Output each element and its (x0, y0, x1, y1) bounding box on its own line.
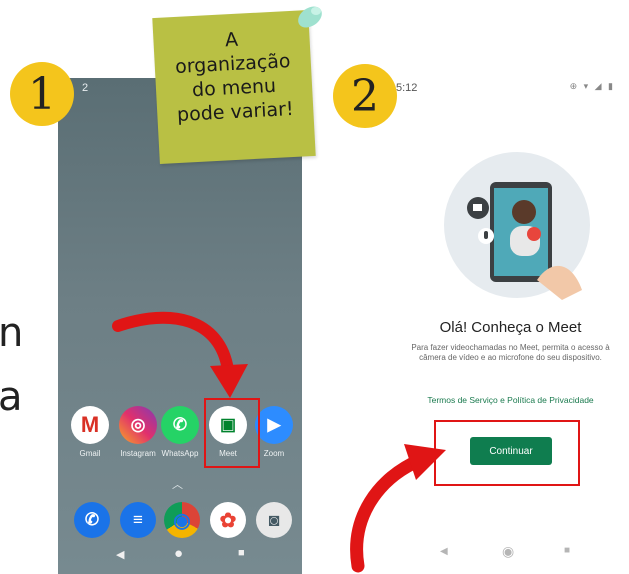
recents-icon[interactable]: ■ (238, 547, 245, 559)
step-badge-2: 2 (333, 64, 397, 128)
cropped-text-line2: a (0, 374, 23, 420)
dock-phone[interactable]: ✆ (70, 502, 114, 538)
dock-camera[interactable]: ◙ (252, 502, 296, 538)
dock-messages[interactable]: ≡ (116, 502, 160, 538)
camera-icon: ◙ (256, 502, 292, 538)
red-arrow-to-continue (350, 444, 446, 573)
status-time: 5:12 (396, 82, 418, 94)
status-time: 2 (82, 82, 89, 94)
app-label: WhatsApp (161, 449, 199, 458)
permission-description: Para fazer videochamadas no Meet, permit… (411, 343, 610, 362)
highlight-meet-box (204, 398, 260, 468)
status-icons: ⊕ ▾ ◢ ▮ (569, 81, 615, 91)
whatsapp-icon: ✆ (161, 406, 199, 444)
recents-icon[interactable]: ■ (564, 545, 570, 556)
home-icon[interactable]: ◉ (502, 543, 514, 560)
red-arrow-to-meet (112, 311, 248, 398)
home-icon[interactable]: ● (174, 545, 183, 562)
terms-link[interactable]: Termos de Serviço e Política de Privacid… (392, 395, 629, 405)
chevron-up-icon[interactable]: ︿ (172, 476, 183, 492)
phone-icon: ✆ (74, 502, 110, 538)
messages-icon: ≡ (120, 502, 156, 538)
photos-icon: ✿ (210, 502, 246, 538)
meet-illustration (444, 152, 590, 300)
step-badge-1: 1 (10, 62, 74, 126)
highlight-continue-box (434, 420, 580, 486)
app-label: Instagram (120, 449, 156, 458)
pin-icon (298, 6, 322, 28)
back-icon[interactable]: ◀ (116, 548, 124, 561)
dock-photos[interactable]: ✿ (206, 502, 250, 538)
gmail-icon: M (71, 406, 109, 444)
app-label: Gmail (79, 449, 101, 458)
welcome-title: Olá! Conheça o Meet (439, 319, 582, 336)
app-instagram[interactable]: ◎ Instagram (116, 406, 160, 458)
chrome-icon: ◉ (164, 502, 200, 538)
app-whatsapp[interactable]: ✆ WhatsApp (158, 406, 202, 458)
app-gmail[interactable]: M Gmail (68, 406, 112, 458)
instagram-icon: ◎ (119, 406, 157, 444)
sticky-note: A organização do menu pode variar! (152, 10, 316, 164)
zoom-icon: ▶ (255, 406, 293, 444)
dock-chrome[interactable]: ◉ (160, 502, 204, 538)
cropped-text-line1: n (0, 310, 24, 356)
